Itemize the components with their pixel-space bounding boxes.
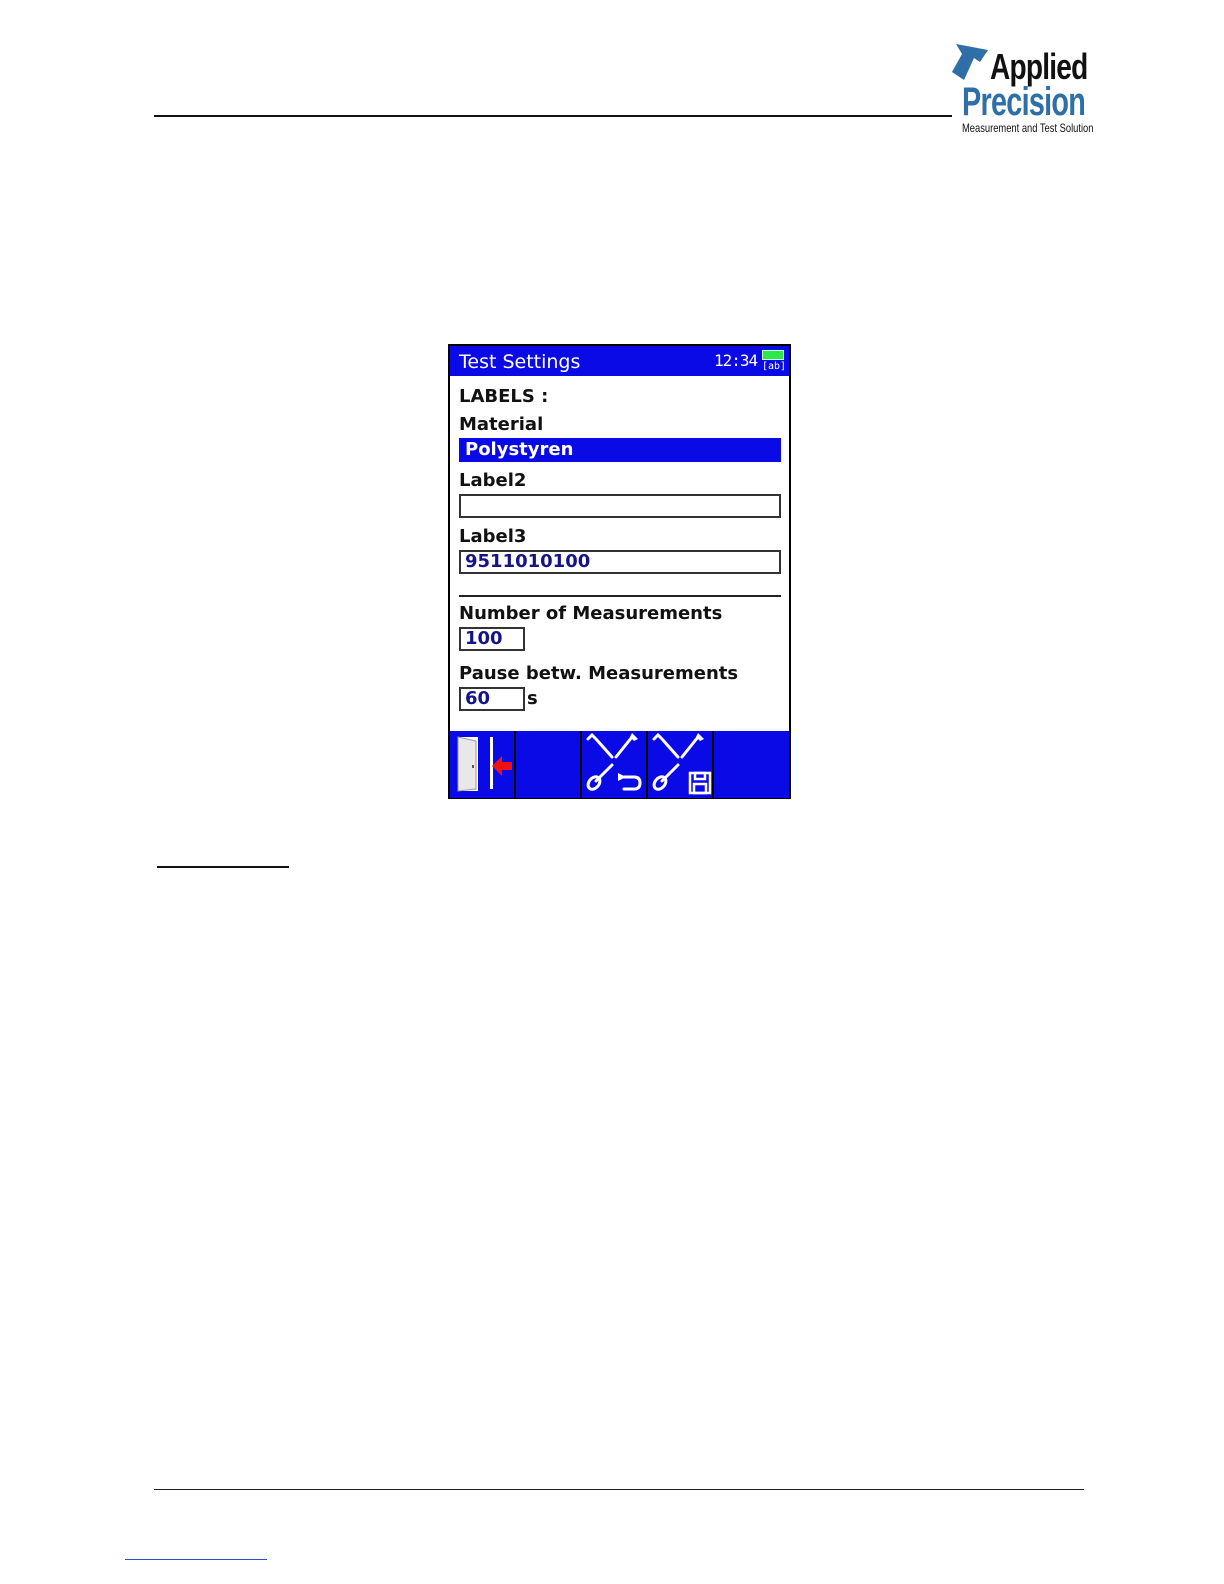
logo-word-precision: Precision	[962, 80, 1086, 124]
material-field[interactable]: Polystyren	[459, 438, 781, 462]
heading-underline	[157, 866, 289, 868]
toolbar-slot-2[interactable]	[516, 731, 582, 798]
section-divider	[459, 595, 781, 597]
device-screen: Test Settings 12:34 [ab] LABELS : Materi…	[448, 344, 791, 799]
label2-field[interactable]	[459, 494, 781, 518]
measurements-field[interactable]: 100	[459, 627, 525, 651]
header-rule	[154, 115, 952, 117]
exit-button[interactable]	[450, 731, 516, 798]
tools-undo-icon	[586, 732, 642, 791]
title-bar: Test Settings 12:34 [ab]	[450, 346, 789, 376]
softkey-toolbar	[450, 730, 789, 798]
label2-label: Label2	[459, 470, 527, 491]
measurements-label: Number of Measurements	[459, 603, 723, 624]
tools-save-icon	[652, 732, 712, 795]
logo-tagline: Measurement and Test Solution	[962, 121, 1094, 135]
save-settings-button[interactable]	[648, 731, 714, 798]
material-label: Material	[459, 414, 544, 435]
restore-settings-button[interactable]	[582, 731, 648, 798]
input-mode-indicator: [ab]	[762, 361, 787, 372]
exit-door-icon	[457, 736, 512, 792]
label3-field[interactable]: 9511010100	[459, 550, 781, 574]
battery-full-icon	[762, 350, 784, 360]
logo-mark-icon	[952, 44, 988, 80]
label3-label: Label3	[459, 526, 527, 547]
pause-unit: s	[527, 688, 538, 709]
pause-field[interactable]: 60	[459, 687, 525, 711]
pause-label: Pause betw. Measurements	[459, 663, 739, 684]
footer-link-underline[interactable]	[125, 1559, 267, 1560]
toolbar-slot-5[interactable]	[714, 731, 780, 798]
footer-rule	[154, 1489, 1084, 1490]
screen-title: Test Settings	[459, 351, 581, 373]
clock-display: 12:34	[714, 351, 758, 370]
labels-heading: LABELS :	[459, 386, 549, 407]
company-logo: Applied Precision Measurement and Test S…	[950, 42, 1094, 137]
